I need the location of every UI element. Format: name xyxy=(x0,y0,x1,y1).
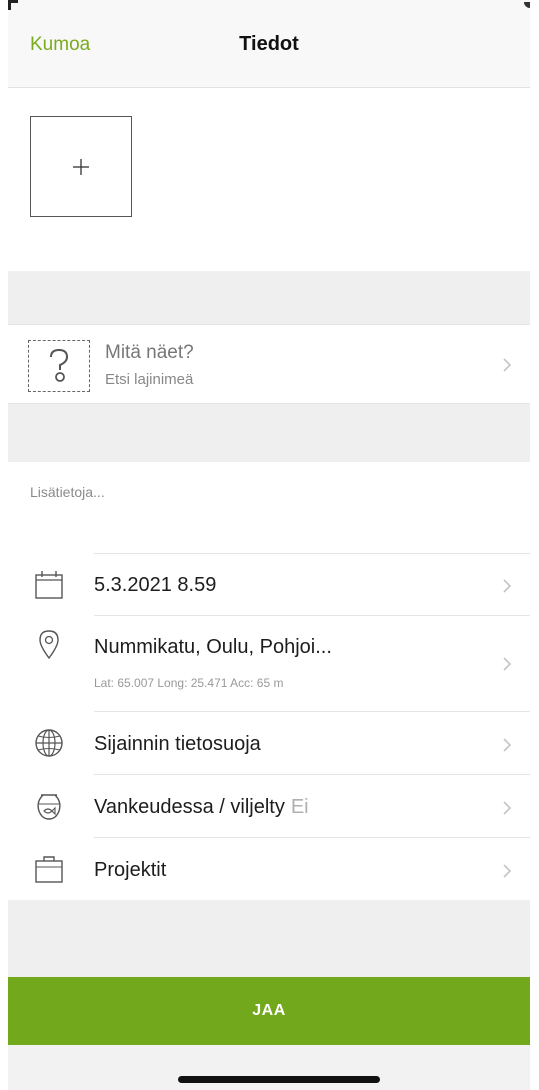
notes-placeholder: Lisätietoja... xyxy=(30,484,105,500)
location-privacy-label: Sijainnin tietosuoja xyxy=(94,733,261,755)
screen-corner-right xyxy=(524,2,530,8)
projects-label: Projektit xyxy=(94,859,167,881)
section-gap xyxy=(8,900,530,977)
location-coords: Lat: 65.007 Long: 25.471 Acc: 65 m xyxy=(94,676,284,690)
date-label: 5.3.2021 8.59 xyxy=(94,574,217,596)
page-title: Tiedot xyxy=(239,33,299,55)
chevron-right-icon xyxy=(502,863,512,879)
add-photo-button[interactable] xyxy=(30,116,132,217)
globe-icon xyxy=(33,727,65,759)
question-icon xyxy=(28,340,90,392)
captive-row[interactable]: Vankeudessa / viljelty Ei xyxy=(8,775,530,838)
captive-value: Ei xyxy=(290,796,309,818)
species-search-row[interactable]: Mitä näet? Etsi lajinimeä xyxy=(8,324,530,404)
screen-corner xyxy=(8,0,18,10)
section-gap xyxy=(8,404,530,462)
observation-details-screen: Kumoa Tiedot Mitä näet? Etsi lajinimeä L… xyxy=(8,0,530,1090)
section-gap xyxy=(8,271,530,324)
notes-field[interactable]: Lisätietoja... xyxy=(8,462,530,554)
species-title: Mitä näet? xyxy=(105,342,194,363)
fishbowl-icon xyxy=(33,790,65,822)
captive-label-text: Vankeudessa / viljelty xyxy=(94,796,285,818)
calendar-icon xyxy=(33,569,65,601)
share-button[interactable]: JAA xyxy=(8,977,530,1045)
photo-section xyxy=(8,89,530,271)
plus-icon xyxy=(73,158,89,175)
chevron-right-icon xyxy=(502,800,512,816)
briefcase-icon xyxy=(33,853,65,885)
date-row[interactable]: 5.3.2021 8.59 xyxy=(8,554,530,616)
chevron-right-icon xyxy=(502,357,512,373)
home-indicator[interactable] xyxy=(178,1076,380,1083)
nav-bar: Kumoa Tiedot xyxy=(8,0,530,88)
chevron-right-icon xyxy=(502,656,512,672)
location-row[interactable]: Nummikatu, Oulu, Pohjoi... Lat: 65.007 L… xyxy=(8,616,530,712)
chevron-right-icon xyxy=(502,737,512,753)
bottom-safe-area xyxy=(8,1045,530,1090)
captive-label: Vankeudessa / viljelty Ei xyxy=(94,796,309,819)
location-label: Nummikatu, Oulu, Pohjoi... xyxy=(94,636,332,658)
chevron-right-icon xyxy=(502,578,512,594)
species-subtitle: Etsi lajinimeä xyxy=(105,371,194,388)
location-privacy-row[interactable]: Sijainnin tietosuoja xyxy=(8,712,530,775)
location-pin-icon xyxy=(33,628,65,660)
projects-row[interactable]: Projektit xyxy=(8,838,530,900)
